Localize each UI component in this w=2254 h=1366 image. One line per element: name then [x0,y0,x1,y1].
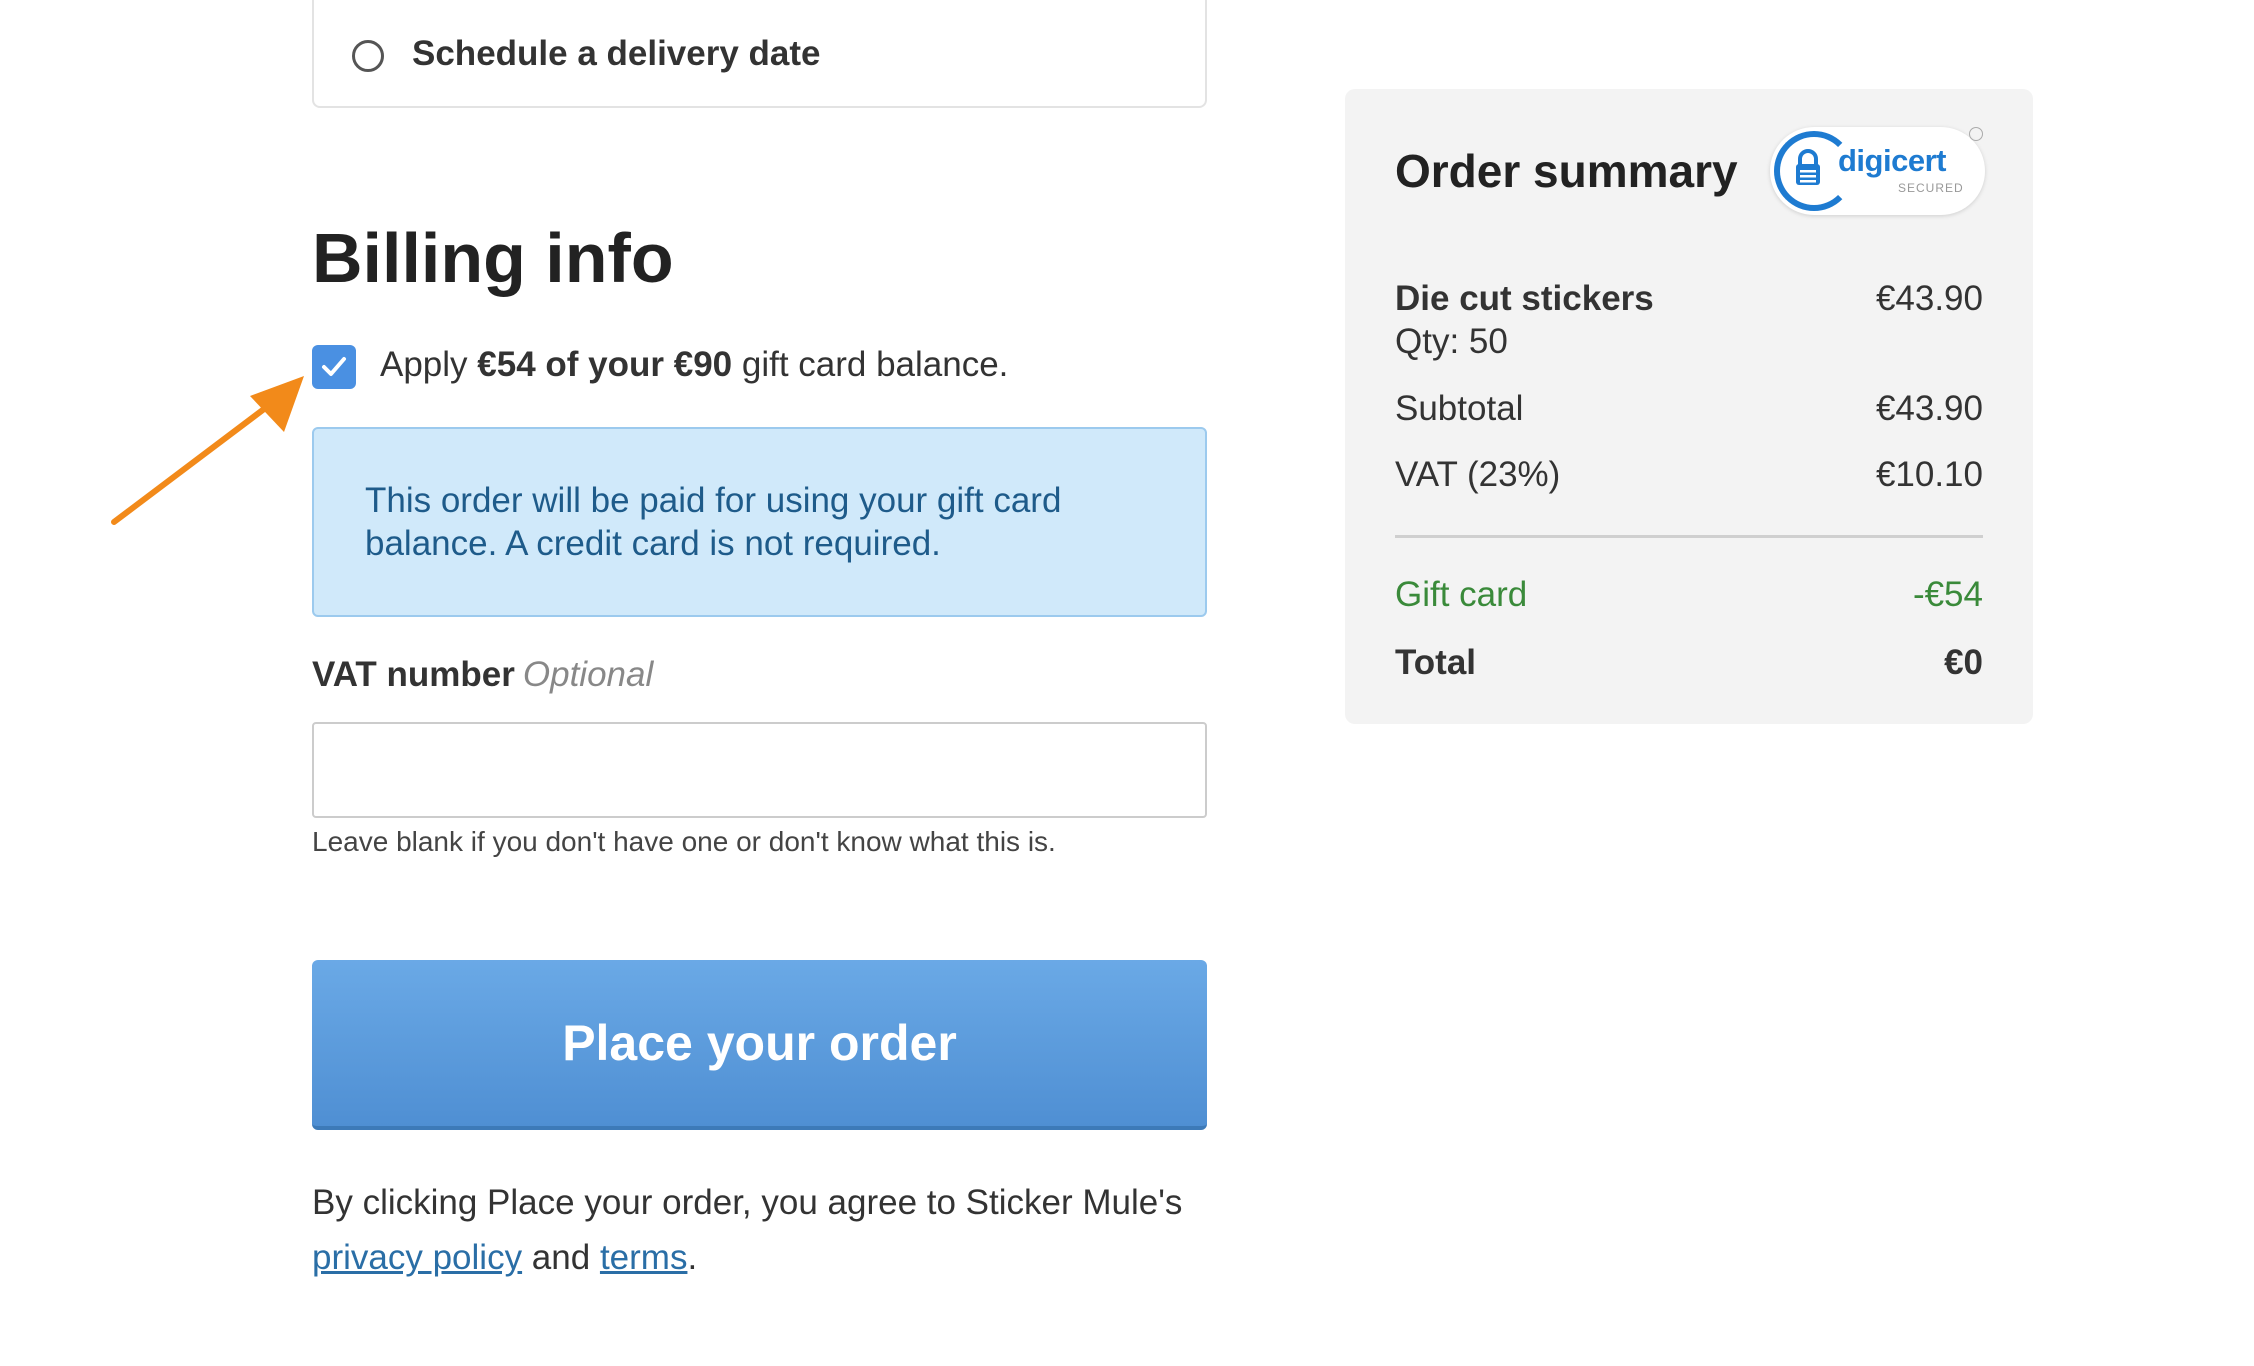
summary-qty-row: Qty: 50 [1395,322,1983,362]
agreement-text: By clicking Place your order, you agree … [312,1183,1183,1277]
summary-subtotal-row: Subtotal €43.90 [1395,389,1983,429]
subtotal-value: €43.90 [1875,389,1983,428]
vat-number-input[interactable] [312,722,1207,818]
summary-divider [1395,535,1983,538]
info-icon[interactable] [1969,127,1983,141]
item-qty: Qty: 50 [1395,322,1508,361]
gift-card-info-text: This order will be paid for using your g… [365,481,1062,563]
digicert-secured: SECURED [1898,181,1964,195]
summary-item-row: Die cut stickers €43.90 [1395,279,1983,319]
gift-card-info-box: This order will be paid for using your g… [312,427,1207,617]
check-icon [322,357,346,376]
summary-vat-row: VAT (23%) €10.10 [1395,455,1983,495]
annotation-arrow-icon [111,376,304,525]
digicert-badge[interactable]: digicert SECURED [1770,127,1985,215]
schedule-delivery-label: Schedule a delivery date [412,34,821,73]
vat-label: VAT (23%) [1395,455,1561,494]
terms-link[interactable]: terms [600,1238,688,1277]
item-name: Die cut stickers [1395,279,1654,318]
item-price: €43.90 [1875,279,1983,318]
gift-card-label: Gift card [1395,575,1528,614]
vat-number-label: VAT number Optional [312,655,654,694]
vat-value: €10.10 [1875,455,1983,494]
lock-icon [1796,149,1820,185]
subtotal-label: Subtotal [1395,389,1524,428]
digicert-brand: digicert [1838,143,1946,178]
place-order-button[interactable]: Place your order [312,960,1207,1130]
summary-gift-row: Gift card -€54 [1395,575,1983,615]
gift-card-apply-label: Apply €54 of your €90 gift card balance. [380,345,1009,384]
vat-help-text: Leave blank if you don't have one or don… [312,826,1056,857]
delivery-option-schedule[interactable]: Schedule a delivery date [312,0,1207,108]
order-summary-title: Order summary [1395,145,1738,197]
order-summary-panel: Order summary digicert SECURED Die cut s… [1345,89,2033,724]
privacy-policy-link[interactable]: privacy policy [312,1238,522,1277]
summary-total-row: Total €0 [1395,643,1983,683]
billing-title: Billing info [312,219,674,297]
schedule-radio[interactable] [352,40,384,72]
total-label: Total [1395,643,1477,682]
total-value: €0 [1944,643,1983,682]
gift-card-value: -€54 [1912,575,1983,614]
